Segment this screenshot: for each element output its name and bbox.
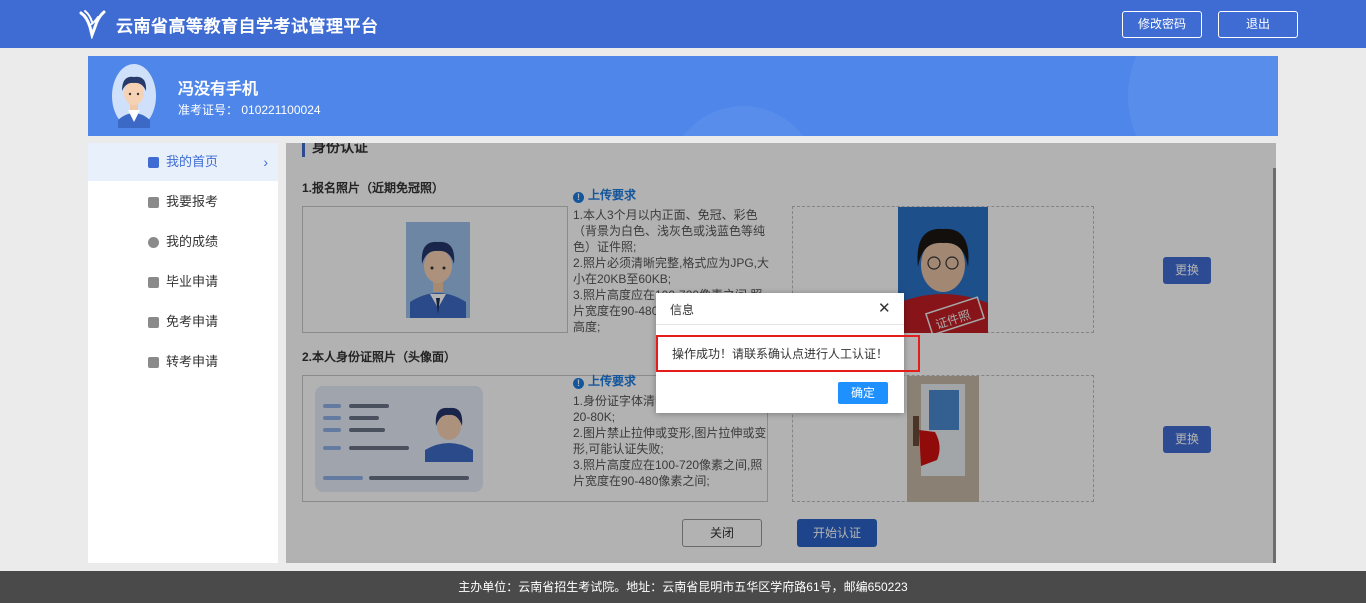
exemption-icon xyxy=(148,317,159,328)
profile-banner: 冯没有手机 准考证号： 010221100024 xyxy=(88,56,1278,136)
change-password-button[interactable]: 修改密码 xyxy=(1122,11,1202,38)
sidebar-item-register[interactable]: 我要报考 xyxy=(88,183,278,221)
ok-button[interactable]: 确定 xyxy=(838,382,888,404)
logout-button[interactable]: 退出 xyxy=(1218,11,1298,38)
dialog-header: 信息 ✕ xyxy=(656,293,904,325)
dialog-title: 信息 xyxy=(670,303,695,317)
home-icon xyxy=(148,157,159,168)
exam-id: 准考证号： 010221100024 xyxy=(178,103,321,117)
close-icon[interactable]: ✕ xyxy=(878,301,891,316)
chevron-right-icon: › xyxy=(263,154,268,170)
register-icon xyxy=(148,197,159,208)
score-icon xyxy=(148,237,159,248)
platform-logo-icon xyxy=(79,10,106,39)
avatar xyxy=(112,64,156,128)
transfer-icon xyxy=(148,357,159,368)
top-navbar: 云南省高等教育自学考试管理平台 修改密码 退出 xyxy=(0,0,1366,48)
user-name: 冯没有手机 xyxy=(178,81,259,98)
site-title: 云南省高等教育自学考试管理平台 xyxy=(116,17,379,36)
footer: 主办单位：云南省招生考试院。地址：云南省昆明市五华区学府路61号，邮编65022… xyxy=(0,571,1366,603)
sidebar-item-scores[interactable]: 我的成绩 xyxy=(88,223,278,261)
sidebar-item-home[interactable]: 我的首页 › xyxy=(88,143,278,181)
sidebar-item-exemption[interactable]: 免考申请 xyxy=(88,303,278,341)
sidebar-item-graduation[interactable]: 毕业申请 xyxy=(88,263,278,301)
sidebar: 我的首页 › 我要报考 我的成绩 毕业申请 免考申请 转考申请 xyxy=(88,143,278,563)
graduation-icon xyxy=(148,277,159,288)
sidebar-item-transfer[interactable]: 转考申请 xyxy=(88,343,278,381)
highlight-box xyxy=(656,335,920,372)
